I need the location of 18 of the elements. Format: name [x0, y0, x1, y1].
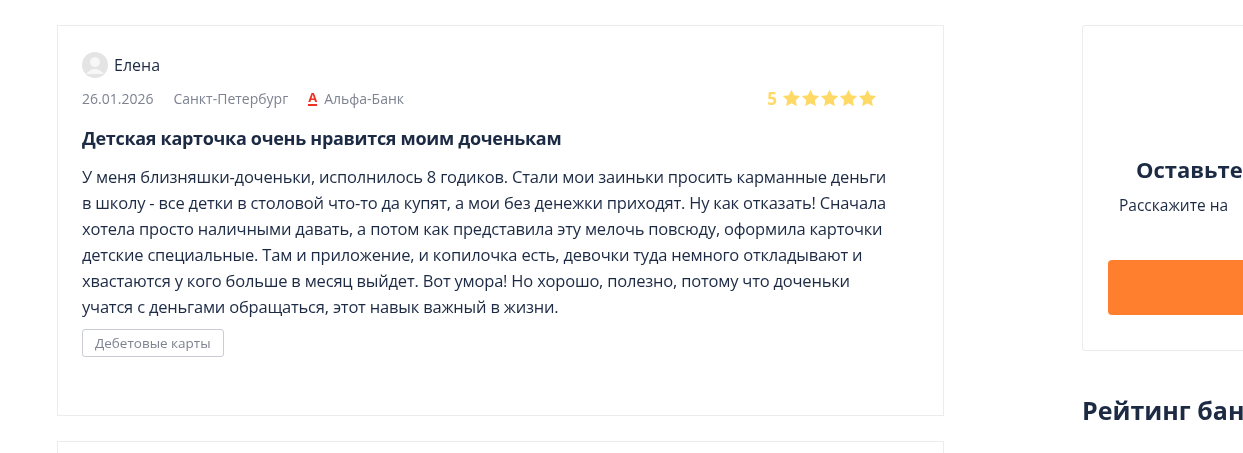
- bank-name: Альфа-Банк: [324, 88, 405, 108]
- star-icon: [801, 89, 820, 107]
- category-tag[interactable]: Дебетовые карты: [82, 329, 224, 357]
- feedback-text: Расскажите на: [1119, 194, 1230, 216]
- avatar-icon: [82, 52, 108, 78]
- review-city: Санкт-Петербург: [173, 88, 289, 108]
- rating-heading: Рейтинг бан: [1082, 393, 1243, 427]
- feedback-title: Оставьте: [1136, 154, 1243, 184]
- bank-logo: А: [308, 90, 318, 106]
- star-icon: [839, 89, 858, 107]
- review-title: Детская карточка очень нравится моим доченькам: [82, 126, 563, 150]
- author-name: Елена: [114, 54, 161, 76]
- star-icon: [782, 89, 801, 107]
- rating-value: 5: [767, 86, 777, 110]
- review-date: 26.01.2026: [82, 88, 154, 108]
- review-text: У меня близняшки-доченьки, исполнилось 8 годиков. Стали мои заиньки просить карманные деньги в школу - все детки в столовой что-то да купят, а мои без денежки приходят. Ну как отказать! Сначала хотела просто наличными давать, а потом как представила эту мелочь повсюду, оформила карточки детские специальные. Там и приложение, и копилочка есть, девочки туда немного откладывают и хвастаются у кого больше в месяц выйдет. Вот умора! Но хорошо, полезно, потому что доченьки учатся с деньгами обращаться, этот навык важный в жизни.: [82, 164, 888, 320]
- star-icon: [858, 89, 877, 107]
- star-icon: [820, 89, 839, 107]
